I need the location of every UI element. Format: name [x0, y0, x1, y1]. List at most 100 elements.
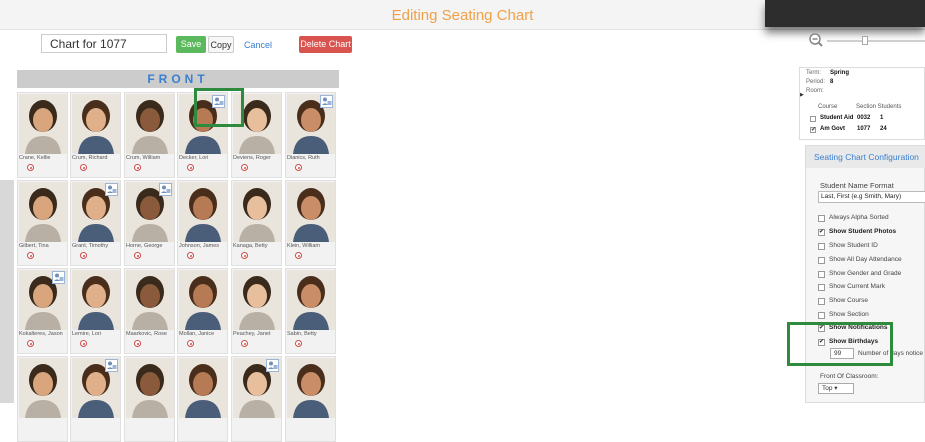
student-action-icon[interactable] [80, 340, 87, 347]
checkbox[interactable] [818, 298, 825, 305]
student-seat[interactable] [17, 356, 68, 442]
checkbox[interactable]: ✔ [818, 229, 825, 236]
student-seat[interactable]: Dianics, Ruth [285, 92, 336, 178]
title-bar: Editing Seating Chart [0, 0, 925, 30]
student-card-icon[interactable] [105, 183, 118, 196]
checkbox[interactable] [818, 215, 825, 222]
student-seat[interactable]: Kanaga, Betty [231, 180, 282, 266]
front-of-class-label: FRONT [17, 70, 339, 88]
student-card-icon[interactable] [52, 271, 65, 284]
student-name: Mollan, Janice [179, 331, 215, 337]
student-seat[interactable]: Peachey, Janet [231, 268, 282, 354]
highlight-box [787, 322, 893, 366]
student-action-icon[interactable] [241, 340, 248, 347]
student-action-icon[interactable] [134, 164, 141, 171]
student-name: Gilbert, Tina [19, 243, 49, 249]
student-seat[interactable] [285, 356, 336, 442]
student-action-icon[interactable] [187, 164, 194, 171]
student-action-icon[interactable] [27, 340, 34, 347]
config-option-label: Show Section [829, 311, 869, 318]
save-button[interactable]: Save [176, 36, 206, 53]
checkbox[interactable] [818, 257, 825, 264]
student-action-icon[interactable] [80, 252, 87, 259]
student-action-icon[interactable] [241, 252, 248, 259]
student-name: Crum, Richard [72, 155, 108, 161]
student-photo [126, 94, 174, 154]
student-card-icon[interactable] [320, 95, 333, 108]
student-photo [126, 358, 174, 418]
student-seat[interactable]: Lemire, Lori [70, 268, 121, 354]
front-of-classroom-value: Top [822, 385, 833, 392]
student-action-icon[interactable] [295, 164, 302, 171]
period-value: 8 [830, 79, 834, 85]
config-option-label: Show Student ID [829, 242, 878, 249]
student-seat[interactable]: Johnson, James [177, 180, 228, 266]
student-photo [287, 358, 335, 418]
expand-arrow-icon[interactable]: ▶ [800, 92, 804, 98]
student-photo [233, 270, 281, 330]
student-seat[interactable]: Mollan, Janice [177, 268, 228, 354]
student-name: Decker, Lori [179, 155, 209, 161]
term-label: Term: [806, 70, 821, 76]
checkbox[interactable] [818, 284, 825, 291]
name-format-select[interactable]: Last, First (e.g Smith, Mary) [818, 191, 925, 203]
student-seat[interactable] [231, 356, 282, 442]
student-name: Kanaga, Betty [233, 243, 268, 249]
checkbox[interactable] [818, 243, 825, 250]
student-action-icon[interactable] [295, 340, 302, 347]
student-seat[interactable]: Crane, Kellie [17, 92, 68, 178]
checkbox[interactable] [818, 271, 825, 278]
config-option-label: Show Current Mark [829, 283, 885, 290]
student-name: Maarkovic, Rose [126, 331, 167, 337]
room-label: Room: [806, 88, 824, 94]
student-seat[interactable]: Crum, Richard [70, 92, 121, 178]
student-seat[interactable] [177, 356, 228, 442]
student-action-icon[interactable] [241, 164, 248, 171]
delete-chart-button[interactable]: Delete Chart [299, 36, 352, 53]
student-photo [19, 182, 67, 242]
zoom-out-icon[interactable] [808, 32, 824, 51]
course-students: 1 [880, 115, 884, 121]
window-shadow [765, 0, 925, 27]
student-action-icon[interactable] [134, 252, 141, 259]
student-action-icon[interactable] [187, 252, 194, 259]
student-seat[interactable]: Kokalteres, Jason [17, 268, 68, 354]
zoom-slider-handle[interactable] [862, 36, 868, 45]
course-students: 24 [880, 126, 887, 132]
student-card-icon[interactable] [105, 359, 118, 372]
student-seat[interactable]: Horne, George [124, 180, 175, 266]
student-photo [19, 94, 67, 154]
config-option-label: Show Gender and Grade [829, 270, 902, 277]
student-name: Horne, George [126, 243, 163, 249]
student-action-icon[interactable] [295, 252, 302, 259]
student-action-icon[interactable] [27, 252, 34, 259]
student-card-icon[interactable] [266, 359, 279, 372]
student-name: Deviens, Roger [233, 155, 271, 161]
student-action-icon[interactable] [134, 340, 141, 347]
course-checkbox[interactable] [810, 116, 816, 122]
student-seat[interactable]: Crum, William [124, 92, 175, 178]
student-seat[interactable]: Gilbert, Tina [17, 180, 68, 266]
student-seat[interactable]: Grant, Timothy [70, 180, 121, 266]
student-photo [287, 182, 335, 242]
chart-name-input[interactable] [41, 34, 167, 53]
left-panel-edge [0, 180, 14, 403]
student-seat[interactable]: Sabin, Betty [285, 268, 336, 354]
student-seat[interactable] [70, 356, 121, 442]
student-seat[interactable] [124, 356, 175, 442]
student-seat[interactable]: Maarkovic, Rose [124, 268, 175, 354]
student-card-icon[interactable] [159, 183, 172, 196]
config-option-label: Show All Day Attendance [829, 256, 902, 263]
student-name: Peachey, Janet [233, 331, 271, 337]
student-action-icon[interactable] [27, 164, 34, 171]
student-action-icon[interactable] [187, 340, 194, 347]
course-checkbox[interactable]: ✔ [810, 127, 816, 133]
front-of-classroom-select[interactable]: Top ▾ [818, 383, 854, 394]
student-action-icon[interactable] [80, 164, 87, 171]
course-name: Student Aid [820, 115, 854, 121]
copy-button[interactable]: Copy [208, 36, 234, 53]
checkbox[interactable] [818, 312, 825, 319]
zoom-slider-track[interactable] [827, 40, 925, 42]
student-seat[interactable]: Klein, William [285, 180, 336, 266]
cancel-link[interactable]: Cancel [244, 40, 272, 50]
